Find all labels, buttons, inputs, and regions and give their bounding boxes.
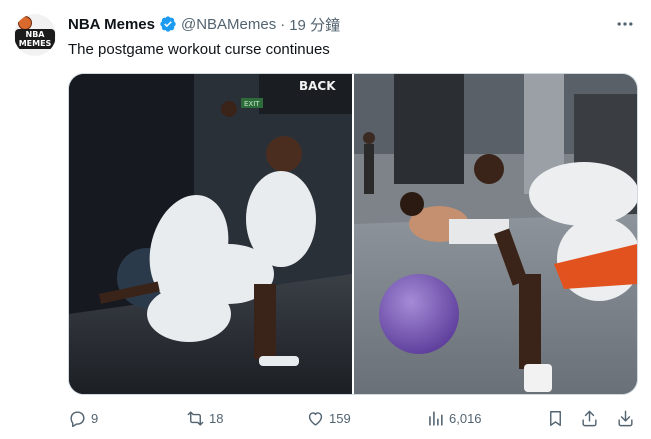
- tweet-timestamp[interactable]: 19 分鐘: [289, 14, 340, 35]
- separator-dot: ·: [280, 15, 286, 33]
- media-grid: BACK EXIT: [68, 73, 638, 395]
- like-count: 159: [329, 410, 351, 426]
- verified-badge-icon: [160, 16, 176, 32]
- author-name[interactable]: NBA Memes: [68, 16, 155, 33]
- photo-left-postgame-workout[interactable]: BACK EXIT: [69, 74, 352, 394]
- avatar[interactable]: NBA MEMES: [14, 14, 56, 56]
- author-handle[interactable]: @NBAMemes: [181, 16, 276, 33]
- tweet-header: NBA Memes @NBAMemes · 19 分鐘: [68, 14, 340, 34]
- avatar-logo-line-1: NBA: [25, 30, 45, 39]
- views-count: 6,016: [449, 410, 482, 426]
- share-icon: [582, 410, 597, 426]
- reply-icon: [70, 410, 85, 427]
- avatar-logo-line-2: MEMES: [18, 39, 52, 48]
- retweet-button[interactable]: 18: [186, 406, 223, 430]
- wall-text: BACK: [299, 79, 336, 93]
- views-button[interactable]: 6,016: [426, 406, 482, 430]
- download-icon: [618, 410, 633, 426]
- download-button[interactable]: [616, 406, 635, 430]
- tweet-actions: 9 18 159 6,016: [68, 406, 636, 430]
- views-chart-icon: [429, 410, 443, 426]
- basketball-icon: [18, 16, 32, 30]
- reply-count: 9: [91, 410, 99, 426]
- bookmark-button[interactable]: [546, 406, 565, 430]
- share-button[interactable]: [580, 406, 599, 430]
- tweet-text: The postgame workout curse continues: [68, 41, 330, 58]
- like-button[interactable]: 159: [306, 406, 351, 430]
- bookmark-icon: [550, 410, 561, 426]
- exit-sign: EXIT: [244, 100, 260, 108]
- photo-right-stability-ball[interactable]: [354, 74, 637, 394]
- avatar-logo: NBA MEMES: [15, 29, 55, 49]
- more-options-button[interactable]: [615, 14, 635, 34]
- retweet-count: 18: [209, 410, 224, 426]
- photo-right-illustration: [354, 74, 637, 394]
- more-horizontal-icon: [617, 22, 633, 26]
- photo-left-illustration: BACK EXIT: [69, 74, 352, 394]
- heart-icon: [308, 411, 323, 426]
- retweet-icon: [187, 410, 204, 426]
- reply-button[interactable]: 9: [68, 406, 98, 430]
